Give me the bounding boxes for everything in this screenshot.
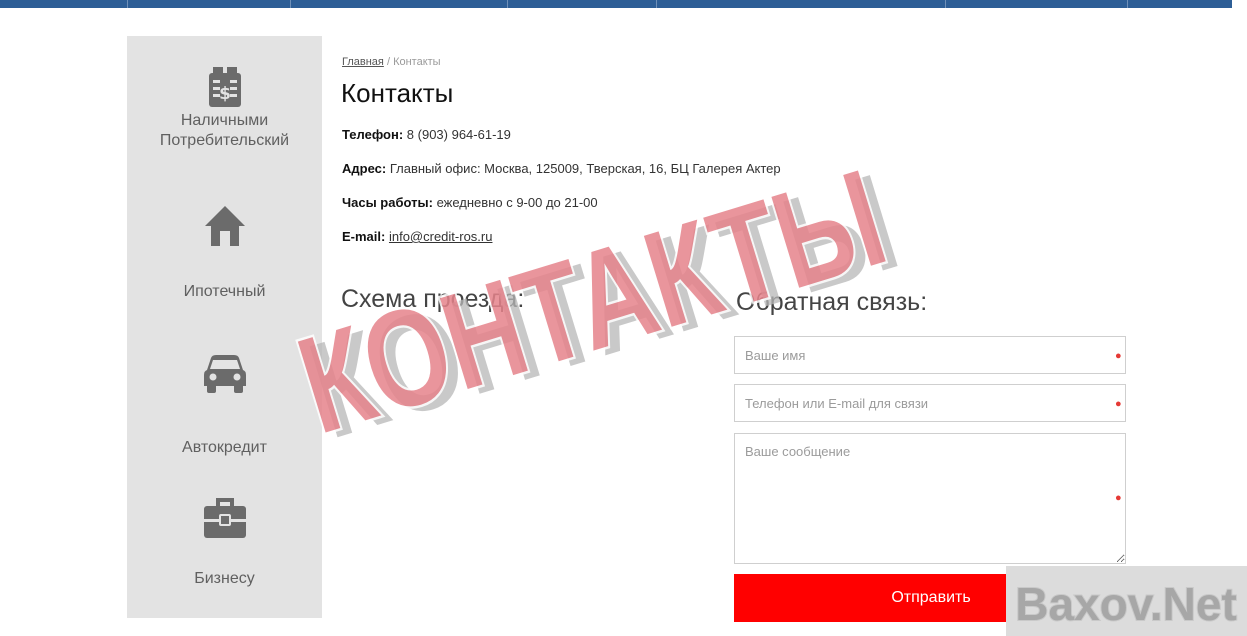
sidebar-item-business[interactable]: Бизнесу <box>127 497 322 589</box>
required-marker: ● <box>1115 398 1122 410</box>
nav-divider <box>507 0 508 8</box>
sidebar-item-mortgage[interactable]: Ипотечный <box>127 204 322 302</box>
page-title: Контакты <box>341 78 454 108</box>
sidebar-item-label: Ипотечный <box>183 283 266 300</box>
breadcrumb: Главная / Контакты <box>342 56 441 68</box>
sidebar-item-car-loan[interactable]: Автокредит <box>127 354 322 458</box>
breadcrumb-separator: / <box>386 56 390 68</box>
contact-input[interactable] <box>734 384 1126 422</box>
email-row: E-mail: info@credit-ros.ru <box>342 229 492 244</box>
briefcase-icon <box>203 498 246 538</box>
name-input[interactable] <box>734 336 1126 374</box>
email-link[interactable]: info@credit-ros.ru <box>389 229 493 244</box>
car-icon <box>203 355 246 393</box>
svg-text:$: $ <box>219 84 231 104</box>
sidebar: $ Наличными Потребительский Ипотечный Ав… <box>127 36 322 618</box>
address-value: Главный офис: Москва, 125009, Тверская, … <box>389 161 781 176</box>
nav-divider <box>127 0 128 8</box>
breadcrumb-home-link[interactable]: Главная <box>342 56 384 68</box>
nav-divider <box>1127 0 1128 8</box>
sidebar-item-label: Бизнесу <box>194 570 255 587</box>
required-marker: ● <box>1115 350 1122 362</box>
sidebar-item-cash[interactable]: $ Наличными Потребительский <box>127 67 322 151</box>
phone-label: Телефон: <box>342 127 404 142</box>
sidebar-item-label: Автокредит <box>182 439 267 456</box>
required-marker: ● <box>1115 492 1122 504</box>
site-logo: Baxov.Net <box>1006 566 1247 636</box>
hours-row: Часы работы: ежедневно с 9-00 до 21-00 <box>342 195 598 210</box>
breadcrumb-current: Контакты <box>393 56 441 68</box>
email-label: E-mail: <box>342 229 386 244</box>
address-row: Адрес: Главный офис: Москва, 125009, Тве… <box>342 161 781 176</box>
house-icon <box>204 206 245 246</box>
feedback-section-title: Обратная связь: <box>736 288 928 316</box>
phone-value: 8 (903) 964-61-19 <box>406 127 511 142</box>
nav-divider <box>290 0 291 8</box>
map-section-title: Схема проезда: <box>341 285 525 313</box>
sidebar-item-label: Наличными <box>180 112 269 129</box>
phone-row: Телефон: 8 (903) 964-61-19 <box>342 127 511 142</box>
top-nav-bar <box>0 0 1232 8</box>
site-logo-text: Baxov.Net <box>1015 578 1237 630</box>
address-label: Адрес: <box>342 161 387 176</box>
message-textarea[interactable] <box>734 433 1126 564</box>
cash-register-icon: $ <box>208 67 241 107</box>
sidebar-item-label: Потребительский <box>159 132 290 149</box>
nav-divider <box>945 0 946 8</box>
hours-label: Часы работы: <box>342 195 433 210</box>
hours-value: ежедневно с 9-00 до 21-00 <box>436 195 598 210</box>
nav-divider <box>656 0 657 8</box>
